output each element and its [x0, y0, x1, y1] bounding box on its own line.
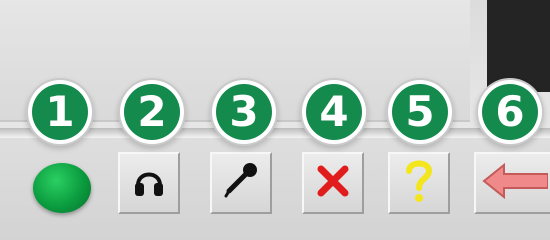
microphone-button[interactable]	[210, 152, 272, 214]
callout-badge-3: 3	[216, 84, 272, 140]
headphones-button[interactable]	[118, 152, 180, 214]
callout-badge-5: 5	[392, 84, 448, 140]
green-dot-icon	[33, 163, 91, 213]
status-indicator	[28, 158, 96, 218]
help-button[interactable]	[388, 152, 450, 214]
red-x-icon	[311, 159, 355, 207]
dark-panel	[487, 0, 550, 92]
window: 1 2 3 4 5 6	[0, 0, 550, 240]
microphone-icon	[219, 159, 263, 207]
callout-badge-2: 2	[124, 84, 180, 140]
panel-divider	[0, 128, 550, 138]
headphones-icon	[129, 161, 169, 205]
callout-badge-6: 6	[482, 84, 538, 140]
cancel-button[interactable]	[302, 152, 364, 214]
left-arrow-icon	[478, 159, 549, 207]
back-button[interactable]	[474, 152, 550, 214]
callout-badge-1: 1	[32, 84, 88, 140]
callout-badge-4: 4	[306, 84, 362, 140]
question-mark-icon	[397, 156, 441, 210]
